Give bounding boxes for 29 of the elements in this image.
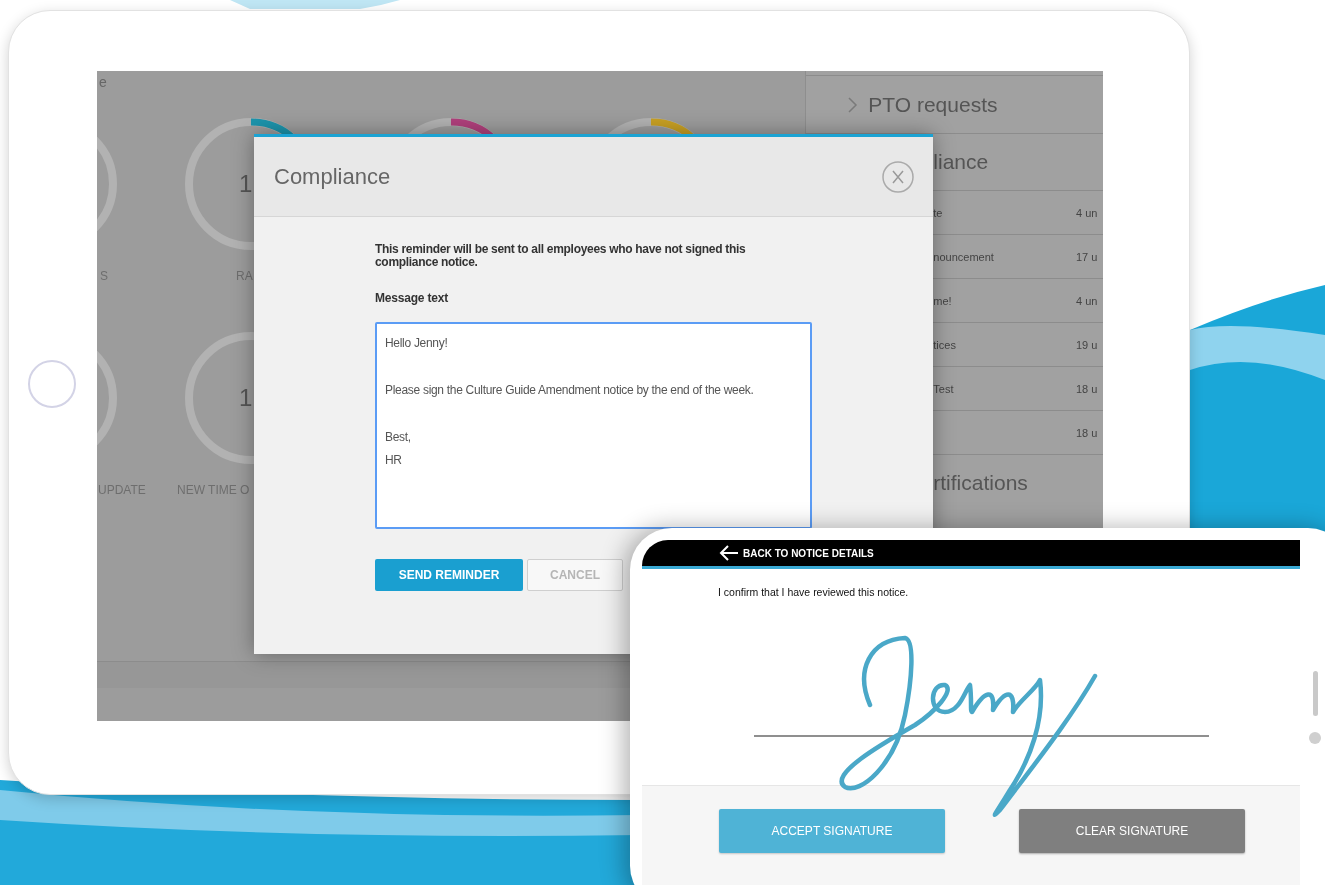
- home-button[interactable]: [28, 360, 76, 408]
- notice-name: me!: [933, 294, 952, 307]
- send-reminder-button[interactable]: SEND REMINDER: [375, 559, 523, 591]
- clear-signature-button[interactable]: CLEAR SIGNATURE: [1019, 809, 1245, 853]
- unsigned-count: 4 un: [1076, 206, 1099, 219]
- message-field[interactable]: Hello Jenny! Please sign the Culture Guide Amendment notice by the end of the week. Best, HR: [375, 322, 812, 529]
- confirmation-text: I confirm that I have reviewed this notice.: [718, 586, 909, 598]
- unsigned-count: 18 u: [1076, 382, 1099, 395]
- gauge-number: 1: [239, 170, 253, 197]
- chevron-icon: [848, 96, 859, 113]
- notice-name: nouncement: [933, 250, 994, 263]
- unsigned-count: 4 un: [1076, 294, 1099, 307]
- unsigned-count: 17 u: [1076, 250, 1099, 263]
- reminder-notice: This reminder will be sent to all employees who have not signed this compliance notice.: [375, 243, 747, 269]
- back-link[interactable]: BACK TO NOTICE DETAILS: [719, 545, 874, 561]
- unsigned-count: 18 u: [1076, 426, 1099, 439]
- notice-name: tices: [933, 338, 956, 351]
- section-title: PTO requests: [868, 92, 998, 117]
- notice-name: te: [933, 206, 943, 219]
- accept-signature-button[interactable]: ACCEPT SIGNATURE: [719, 809, 945, 853]
- field-label: Message text: [375, 291, 448, 305]
- close-icon[interactable]: [882, 160, 914, 193]
- side-dot: [1309, 732, 1321, 744]
- unsigned-count: 19 u: [1076, 338, 1099, 351]
- section-header[interactable]: PTO requests: [806, 75, 1103, 133]
- notice-name: Test: [933, 382, 954, 395]
- dialog-title: Compliance: [274, 163, 391, 190]
- back-arrow-icon: [719, 545, 739, 561]
- gauge-number: 1: [239, 384, 253, 411]
